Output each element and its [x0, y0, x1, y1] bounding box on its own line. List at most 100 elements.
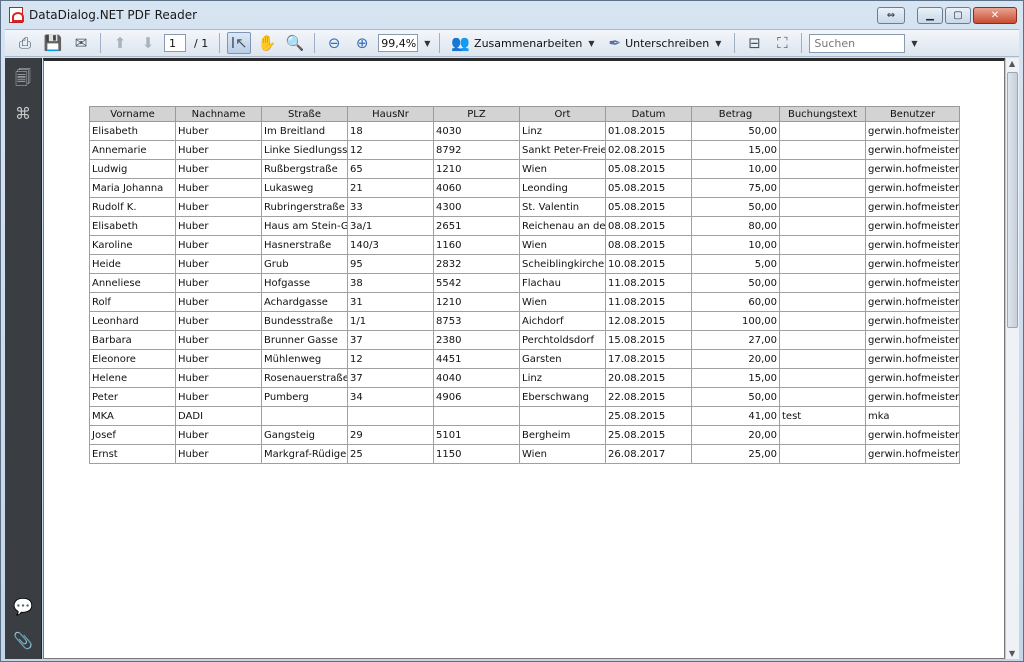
table-cell: 4451: [433, 349, 520, 369]
table-cell: [779, 368, 866, 388]
toolbar-separator: [219, 33, 221, 53]
table-cell: 10.08.2015: [605, 254, 692, 274]
maximize-button[interactable]: ▢: [945, 7, 971, 24]
data-table: Vorname Nachname Straße HausNr PLZ Ort D…: [89, 106, 960, 464]
table-cell: [779, 216, 866, 236]
scrollbar-thumb[interactable]: [1007, 72, 1018, 328]
table-cell: Huber: [175, 425, 262, 445]
marquee-zoom-button[interactable]: 🔍: [283, 32, 307, 54]
fit-width-button[interactable]: ⊟: [742, 32, 766, 54]
table-row: Heide Huber Grub 95 2832 Scheiblingkirchen- 10…: [89, 254, 960, 274]
zoom-level-field[interactable]: 99,4%: [378, 34, 419, 52]
table-cell: [779, 292, 866, 312]
table-cell: 41,00: [691, 406, 780, 426]
table-cell: 25.08.2015: [605, 406, 692, 426]
pages-icon[interactable]: 🗐: [13, 68, 33, 88]
zoom-in-button[interactable]: ⊕: [350, 32, 374, 54]
table-cell: 4906: [433, 387, 520, 407]
table-cell: 4300: [433, 197, 520, 217]
table-cell: Eleonore: [89, 349, 176, 369]
table-cell: 5101: [433, 425, 520, 445]
sign-menu[interactable]: ✒ Unterschreiben ▼: [604, 32, 727, 54]
save-button[interactable]: 💾: [41, 32, 65, 54]
hand-tool-button[interactable]: ✋: [255, 32, 279, 54]
header-ort: Ort: [519, 106, 606, 122]
table-row: Maria Johanna Huber Lukasweg 21 4060 Leonding…: [89, 178, 960, 198]
email-button[interactable]: ✉: [69, 32, 93, 54]
table-cell: 33: [347, 197, 434, 217]
table-cell: Hofgasse: [261, 273, 348, 293]
table-row: Josef Huber Gangsteig 29 5101 Bergheim 25.08.2…: [89, 425, 960, 445]
header-benutzer: Benutzer: [865, 106, 960, 122]
table-cell: Heide: [89, 254, 176, 274]
window-controls: ⇔ ▁ ▢ ✕: [877, 7, 1017, 24]
table-cell: [347, 406, 434, 426]
table-cell: Linke Siedlungsstr: [261, 140, 348, 160]
table-cell: 15.08.2015: [605, 330, 692, 350]
table-cell: 1150: [433, 444, 520, 464]
table-cell: Reichenau an der: [519, 216, 606, 236]
table-cell: 12: [347, 349, 434, 369]
scroll-down-icon[interactable]: ▼: [1009, 649, 1015, 658]
table-cell: Ernst: [89, 444, 176, 464]
table-cell: Rubringerstraße: [261, 197, 348, 217]
toolbar-separator: [314, 33, 316, 53]
table-cell: Rosenauerstraße: [261, 368, 348, 388]
table-cell: Leonding: [519, 178, 606, 198]
search-dropdown-icon[interactable]: ▼: [909, 39, 919, 48]
table-cell: St. Valentin: [519, 197, 606, 217]
paperclip-icon[interactable]: 📎: [13, 631, 33, 651]
table-body: Elisabeth Huber Im Breitland 18 4030 Linz 01.0…: [89, 121, 960, 464]
search-input[interactable]: Suchen: [809, 33, 906, 53]
collaborate-menu[interactable]: 👥 Zusammenarbeiten ▼: [447, 32, 600, 54]
next-page-button[interactable]: ⬇: [136, 32, 160, 54]
table-cell: Im Breitland: [261, 121, 348, 141]
header-vorname: Vorname: [89, 106, 176, 122]
table-cell: Huber: [175, 235, 262, 255]
table-cell: 8753: [433, 311, 520, 331]
table-cell: Huber: [175, 292, 262, 312]
table-cell: 80,00: [691, 216, 780, 236]
table-cell: Helene: [89, 368, 176, 388]
table-cell: Markgraf-Rüdiger-: [261, 444, 348, 464]
zoom-out-icon: ⊖: [327, 34, 341, 52]
sign-label: Unterschreiben: [625, 36, 710, 50]
table-cell: 17.08.2015: [605, 349, 692, 369]
table-cell: Grub: [261, 254, 348, 274]
toolbar-separator: [734, 33, 736, 53]
table-cell: [779, 330, 866, 350]
table-cell: DADI: [175, 406, 262, 426]
table-cell: 25,00: [691, 444, 780, 464]
table-row: Barbara Huber Brunner Gasse 37 2380 Perchtold…: [89, 330, 960, 350]
zoom-dropdown-icon[interactable]: ▼: [422, 39, 432, 48]
table-cell: Wien: [519, 235, 606, 255]
table-cell: Rußbergstraße: [261, 159, 348, 179]
zoom-out-button[interactable]: ⊖: [322, 32, 346, 54]
table-cell: 50,00: [691, 387, 780, 407]
comments-icon[interactable]: 💬: [13, 597, 33, 617]
zoom-in-icon: ⊕: [355, 34, 369, 52]
scroll-up-icon[interactable]: ▲: [1009, 59, 1015, 68]
minimize-button[interactable]: ▁: [917, 7, 943, 24]
print-button[interactable]: ⎙: [13, 32, 37, 54]
vertical-scrollbar[interactable]: ▲ ▼: [1005, 58, 1019, 659]
select-tool-button[interactable]: I↖: [227, 32, 252, 54]
page-number-input[interactable]: 1: [164, 34, 186, 52]
previous-page-button[interactable]: ⬆: [108, 32, 132, 54]
table-cell: Wien: [519, 159, 606, 179]
table-cell: 50,00: [691, 197, 780, 217]
table-cell: 50,00: [691, 273, 780, 293]
fullscreen-button[interactable]: ⇔: [877, 7, 905, 24]
fit-page-button[interactable]: ⛶: [770, 32, 794, 54]
table-cell: gerwin.hofmeister: [865, 159, 960, 179]
close-button[interactable]: ✕: [973, 7, 1017, 24]
table-row: Elisabeth Huber Im Breitland 18 4030 Linz 01.0…: [89, 121, 960, 141]
page-total: / 1: [194, 36, 209, 50]
table-cell: Huber: [175, 197, 262, 217]
binoculars-icon[interactable]: ⌘: [13, 104, 33, 124]
table-cell: Flachau: [519, 273, 606, 293]
table-cell: 08.08.2015: [605, 235, 692, 255]
table-cell: Achardgasse: [261, 292, 348, 312]
table-cell: 65: [347, 159, 434, 179]
table-cell: [779, 159, 866, 179]
